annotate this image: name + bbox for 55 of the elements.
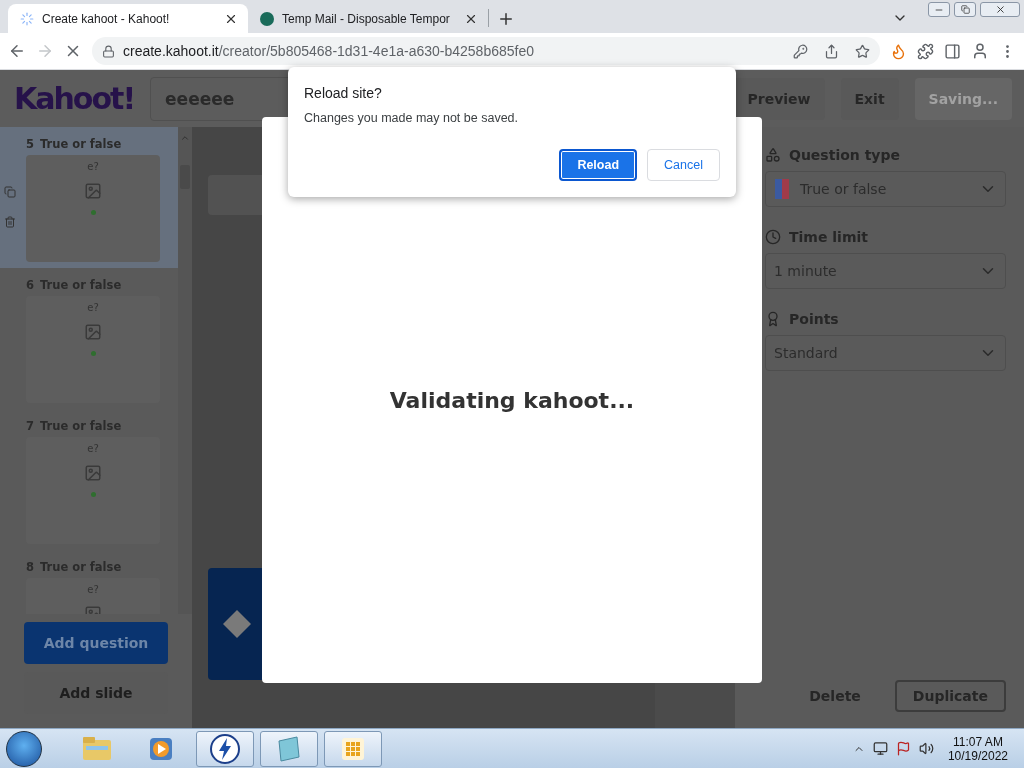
dialog-title: Reload site? xyxy=(304,85,383,101)
lock-icon xyxy=(102,44,115,58)
start-button[interactable] xyxy=(6,730,42,767)
dialog-message: Changes you made may not be saved. xyxy=(304,111,520,125)
side-panel-icon[interactable] xyxy=(944,42,961,60)
address-bar[interactable]: create.kahoot.it/creator/5b805468-1d31-4e1a-a630-b4258b685fe0 xyxy=(92,37,880,65)
status-dot xyxy=(90,210,96,215)
notepad-icon xyxy=(275,734,303,763)
taskbar-app[interactable] xyxy=(196,730,254,767)
restore-icon xyxy=(960,5,970,14)
trash-icon[interactable] xyxy=(4,215,16,228)
dialog-button[interactable]: Cancel xyxy=(647,149,720,181)
close-icon xyxy=(994,4,1006,15)
profile-icon[interactable] xyxy=(971,42,989,60)
diamond-icon xyxy=(222,609,252,639)
date-text: 10/19/2022 xyxy=(947,748,1008,763)
clock-icon xyxy=(765,229,781,245)
slide-type: True or false xyxy=(40,137,122,151)
lightning-icon xyxy=(210,733,240,764)
grid-icon xyxy=(342,737,364,760)
dialog-button[interactable]: Reload xyxy=(559,149,638,181)
kahoot-logo[interactable]: Kahoot! xyxy=(14,81,135,116)
true-false-icon xyxy=(774,178,790,200)
browser-tab[interactable]: Create kahoot - Kahoot! xyxy=(8,4,248,33)
time-text: 11:07 AM xyxy=(953,734,1003,749)
slide-number: 5 xyxy=(26,137,34,151)
image-icon xyxy=(84,182,102,200)
flame-icon[interactable] xyxy=(890,42,907,60)
clock[interactable]: 11:07 AM 10/19/2022 xyxy=(947,734,1008,763)
close-window-button[interactable] xyxy=(980,2,1020,17)
back-icon[interactable] xyxy=(8,42,26,60)
tab-title: Create kahoot - Kahoot! xyxy=(42,11,171,26)
bookmark-star-icon[interactable] xyxy=(855,43,870,59)
award-icon xyxy=(765,311,781,327)
share-icon[interactable] xyxy=(824,43,839,59)
extensions-icon[interactable] xyxy=(917,42,934,60)
key-icon[interactable] xyxy=(793,43,808,59)
browser-tab[interactable]: Temp Mail - Disposable Tempor xyxy=(248,4,488,33)
status-dot xyxy=(90,351,96,356)
add-question-button[interactable]: Add question xyxy=(24,622,168,664)
shapes-icon xyxy=(765,147,781,163)
volume-icon[interactable] xyxy=(918,741,934,756)
network-icon[interactable] xyxy=(872,741,888,756)
play-icon xyxy=(148,735,174,762)
tab-title: Temp Mail - Disposable Tempor xyxy=(282,11,451,26)
flag-icon[interactable] xyxy=(895,741,911,756)
scrollbar[interactable] xyxy=(178,127,192,614)
status-dot xyxy=(90,492,96,497)
url-text: create.kahoot.it/creator/5b805468-1d31-4e1a-a630-b4258b685fe0 xyxy=(123,43,534,59)
minimize-button[interactable] xyxy=(928,2,950,17)
modal-message: Validating kahoot... xyxy=(389,387,635,413)
image-icon xyxy=(84,323,102,341)
restore-button[interactable] xyxy=(954,2,976,17)
image-icon xyxy=(84,464,102,482)
folder-icon xyxy=(82,735,112,762)
